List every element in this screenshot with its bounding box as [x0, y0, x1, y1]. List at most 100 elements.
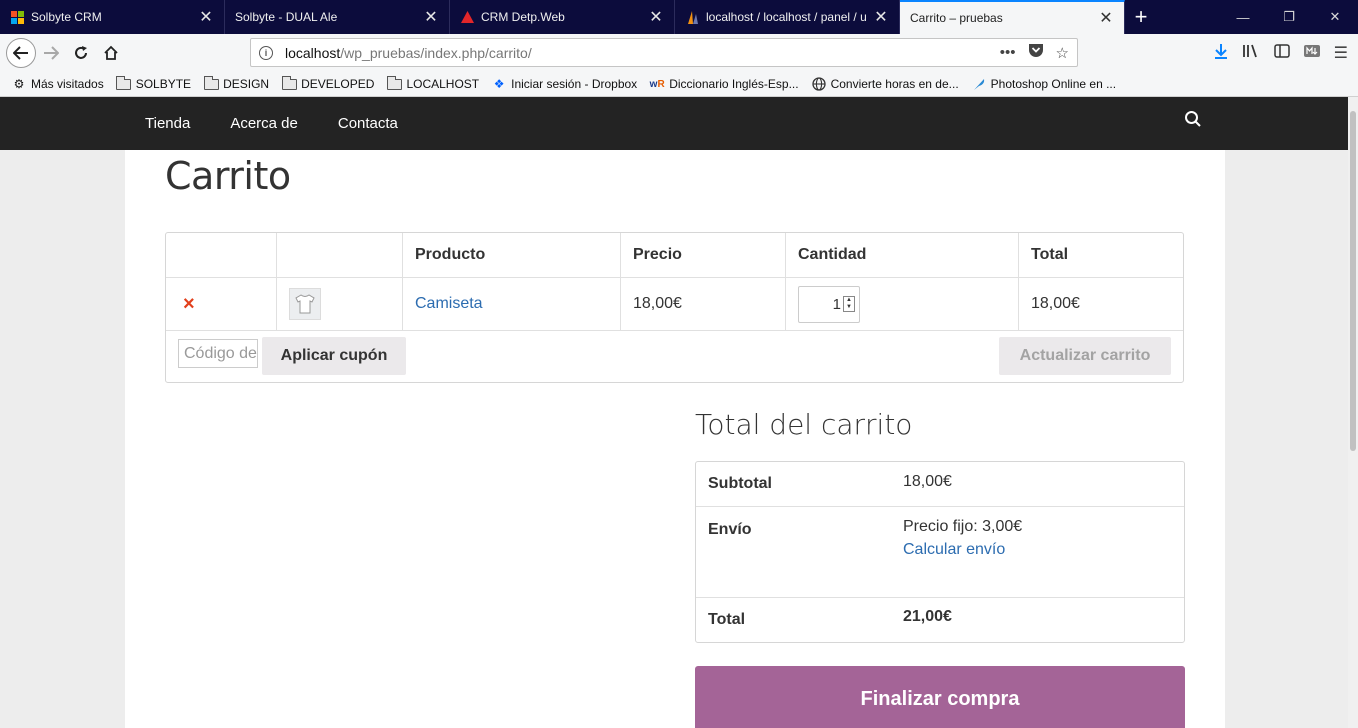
product-cell: Camiseta — [403, 278, 621, 330]
header-product: Producto — [403, 233, 621, 277]
subtotal-label: Subtotal — [708, 475, 772, 492]
menu-icon[interactable]: ☰ — [1334, 43, 1348, 63]
red-triangle-icon — [460, 10, 474, 24]
cart-table: Producto Precio Cantidad Total × Camiset… — [165, 232, 1184, 383]
url-tools: ••• ☆ — [1000, 43, 1069, 62]
apply-coupon-button[interactable]: Aplicar cupón — [262, 337, 406, 375]
remove-item-icon[interactable]: × — [178, 293, 195, 316]
navigation-toolbar: i localhost/wp_pruebas/index.php/carrito… — [0, 34, 1358, 72]
download-icon[interactable] — [1214, 43, 1228, 64]
bookmark-label: Photoshop Online en ... — [990, 77, 1117, 91]
reload-icon[interactable] — [66, 38, 96, 68]
product-link[interactable]: Camiseta — [415, 295, 483, 313]
dropbox-icon: ❖ — [493, 77, 505, 91]
bookmark-folder-design[interactable]: DESIGN — [203, 75, 269, 91]
bookmark-star-icon[interactable]: ☆ — [1056, 44, 1069, 62]
url-path: /wp_pruebas/index.php/carrito/ — [340, 44, 532, 61]
header-price: Precio — [621, 233, 786, 277]
remove-cell: × — [166, 278, 277, 330]
pocket-icon[interactable] — [1028, 43, 1044, 62]
tab-solbyte-dual[interactable]: Solbyte - DUAL Ale ✕ — [225, 0, 450, 34]
product-thumbnail[interactable] — [289, 288, 321, 320]
search-icon[interactable] — [1184, 110, 1206, 132]
tab-phpmyadmin[interactable]: localhost / localhost / panel / u ✕ — [675, 0, 900, 34]
tab-crm-detp[interactable]: CRM Detp.Web ✕ — [450, 0, 675, 34]
total-row: Total 21,00€ — [696, 598, 1184, 642]
phpmyadmin-icon — [685, 10, 699, 24]
library-icon[interactable] — [1242, 43, 1260, 64]
coupon-code-input[interactable]: Código de cupón — [178, 339, 258, 368]
update-cart-button[interactable]: Actualizar carrito — [999, 337, 1171, 375]
site-header: Tienda Acerca de Contacta — [0, 97, 1348, 150]
bookmark-photoshop-online[interactable]: Photoshop Online en ... — [971, 77, 1116, 91]
back-icon[interactable] — [6, 38, 36, 68]
globe-icon — [811, 77, 827, 91]
header-remove — [166, 233, 277, 277]
page-actions-icon[interactable]: ••• — [1000, 44, 1016, 61]
cart-totals-title: Total del carrito — [695, 408, 913, 441]
extension-icon[interactable] — [1303, 44, 1320, 62]
bookmark-folder-solbyte[interactable]: SOLBYTE — [116, 75, 191, 91]
minimize-icon[interactable]: — — [1220, 0, 1266, 34]
toolbar-right: ☰ — [1214, 34, 1358, 72]
page-scrollbar[interactable] — [1348, 97, 1358, 728]
tab-title: Solbyte - DUAL Ale — [235, 10, 338, 24]
close-window-icon[interactable]: ✕ — [1312, 0, 1358, 34]
folder-icon — [386, 75, 402, 91]
tab-carrito[interactable]: Carrito – pruebas ✕ — [900, 0, 1125, 34]
bookmark-label: Diccionario Inglés-Esp... — [669, 77, 799, 91]
scrollbar-thumb[interactable] — [1350, 111, 1356, 451]
total-label: Total — [708, 611, 746, 628]
windows-logo-icon — [10, 10, 24, 24]
checkout-button[interactable]: Finalizar compra — [695, 666, 1185, 728]
tab-strip: Solbyte CRM ✕ Solbyte - DUAL Ale ✕ CRM D… — [0, 0, 1358, 34]
header-total: Total — [1031, 246, 1069, 263]
header-thumbnail — [277, 233, 403, 277]
table-row: × Camiseta 18,00€ 1 ▲ ▼ 18,00€ — [166, 278, 1183, 331]
tab-title: localhost / localhost / panel / u — [706, 10, 867, 24]
close-icon[interactable]: ✕ — [873, 9, 889, 26]
wordreference-icon: wR — [649, 78, 665, 90]
spinner-arrows-icon[interactable]: ▲ ▼ — [843, 296, 855, 312]
quantity-stepper[interactable]: 1 ▲ ▼ — [798, 285, 860, 323]
close-icon[interactable]: ✕ — [1098, 10, 1114, 27]
menu-item-tienda[interactable]: Tienda — [145, 115, 190, 132]
quantity-cell: 1 ▲ ▼ — [786, 278, 1019, 330]
cart-header-row: Producto Precio Cantidad Total — [166, 233, 1183, 278]
folder-icon — [281, 75, 297, 91]
bookmark-wordreference[interactable]: wR Diccionario Inglés-Esp... — [649, 77, 799, 91]
url-bar[interactable]: i localhost/wp_pruebas/index.php/carrito… — [250, 38, 1078, 67]
info-icon[interactable]: i — [259, 45, 273, 60]
bookmark-mas-visitados[interactable]: ⚙ Más visitados — [11, 77, 104, 91]
site-menu: Tienda Acerca de Contacta — [145, 97, 398, 150]
shipping-row: Envío Precio fijo: 3,00€ Calcular envío — [696, 507, 1184, 598]
tab-solbyte-crm[interactable]: Solbyte CRM ✕ — [0, 0, 225, 34]
bookmark-convierte-horas[interactable]: Convierte horas en de... — [811, 77, 959, 91]
subtotal-value: 18,00€ — [903, 473, 952, 490]
cart-actions-row: Código de cupón Aplicar cupón Actualizar… — [166, 331, 1183, 382]
bookmark-folder-localhost[interactable]: LOCALHOST — [386, 75, 480, 91]
gear-icon: ⚙ — [13, 77, 25, 91]
menu-item-contacta[interactable]: Contacta — [338, 115, 398, 132]
bookmark-dropbox[interactable]: ❖ Iniciar sesión - Dropbox — [491, 77, 637, 91]
bookmark-folder-developed[interactable]: DEVELOPED — [281, 75, 375, 91]
calculate-shipping-link[interactable]: Calcular envío — [903, 541, 1022, 559]
sidebar-icon[interactable] — [1273, 43, 1290, 63]
new-tab-button[interactable]: + — [1125, 0, 1157, 34]
close-icon[interactable]: ✕ — [198, 9, 214, 26]
restore-icon[interactable]: ❐ — [1266, 0, 1312, 34]
page-viewport: Tienda Acerca de Contacta Carrito Produc… — [0, 97, 1348, 728]
folder-icon — [116, 75, 132, 91]
bookmark-label: LOCALHOST — [406, 77, 480, 91]
bookmark-label: Más visitados — [31, 77, 104, 91]
close-icon[interactable]: ✕ — [423, 9, 439, 26]
forward-icon[interactable] — [36, 38, 66, 68]
bookmark-label: Iniciar sesión - Dropbox — [511, 77, 638, 91]
quantity-value: 1 — [832, 295, 841, 313]
close-icon[interactable]: ✕ — [648, 9, 664, 26]
shipping-value: Precio fijo: 3,00€ — [903, 518, 1023, 535]
menu-item-acerca-de[interactable]: Acerca de — [230, 115, 298, 132]
bookmark-label: DEVELOPED — [301, 77, 375, 91]
home-icon[interactable] — [96, 38, 126, 68]
page-title: Carrito — [165, 154, 291, 198]
